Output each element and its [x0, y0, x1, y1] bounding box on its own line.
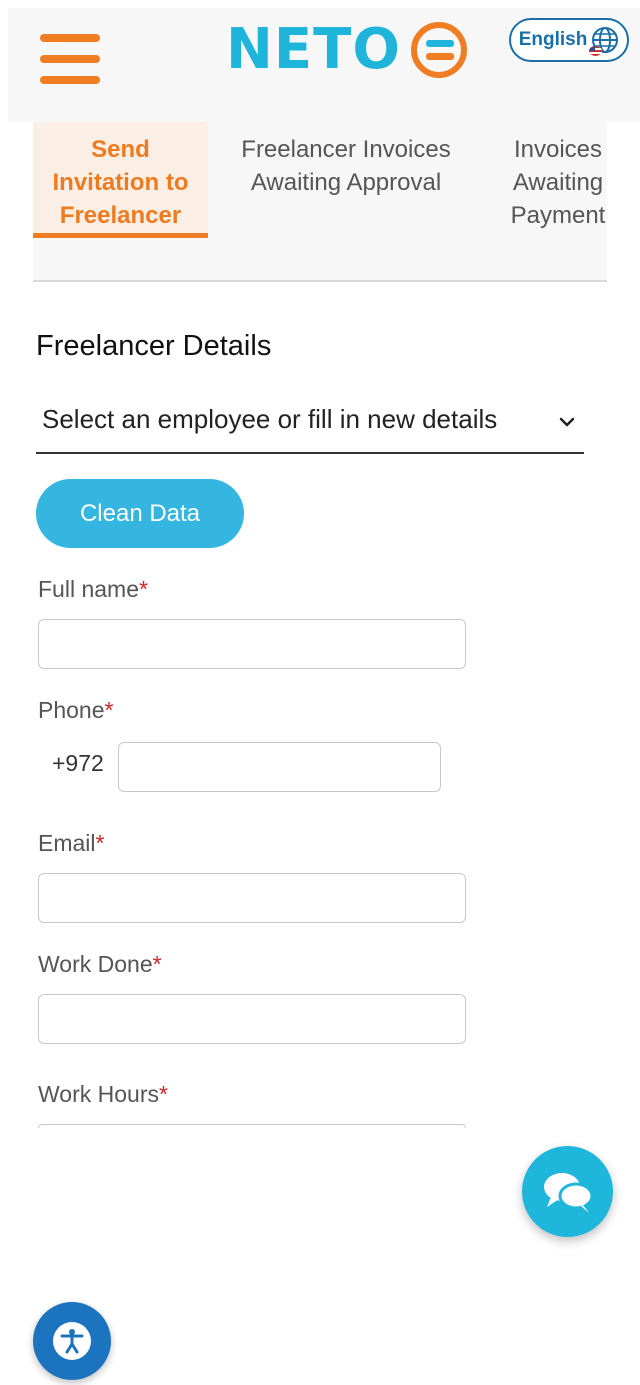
tab-invoices-awaiting-payment[interactable]: Invoices Awaiting Payment	[495, 122, 621, 232]
work-done-label: Work Done*	[38, 951, 162, 977]
tab-bar: Send Invitation to Freelancer Freelancer…	[33, 122, 607, 282]
email-label: Email*	[38, 830, 105, 856]
globe-icon	[589, 26, 619, 56]
logo-text: NETO	[226, 17, 401, 82]
chat-button[interactable]	[522, 1146, 613, 1237]
tab-invoices-awaiting-approval[interactable]: Freelancer Invoices Awaiting Approval	[223, 122, 469, 199]
hamburger-menu-icon[interactable]	[40, 34, 100, 86]
top-header: NETO English	[8, 8, 640, 122]
logo-mark-icon	[410, 22, 467, 78]
full-name-input[interactable]	[38, 619, 466, 669]
full-name-label: Full name*	[38, 576, 148, 602]
work-hours-label: Work Hours*	[38, 1081, 168, 1107]
phone-input[interactable]	[118, 742, 441, 792]
clean-data-button[interactable]: Clean Data	[36, 479, 244, 548]
chat-bubbles-icon	[543, 1172, 593, 1213]
accessibility-button[interactable]	[33, 1302, 111, 1380]
employee-select[interactable]: Select an employee or fill in new detail…	[36, 392, 584, 454]
accessibility-icon	[53, 1322, 91, 1360]
neto-logo[interactable]: NETO	[226, 20, 469, 80]
email-input[interactable]	[38, 873, 466, 923]
tab-send-invitation[interactable]: Send Invitation to Freelancer	[33, 122, 208, 238]
phone-label: Phone*	[38, 697, 114, 723]
chevron-down-icon	[559, 417, 575, 427]
phone-prefix: +972	[52, 750, 104, 776]
employee-select-value: Select an employee or fill in new detail…	[42, 404, 498, 434]
us-flag-icon	[589, 46, 603, 56]
language-button[interactable]: English	[509, 18, 629, 62]
language-label: English	[518, 29, 588, 50]
work-done-input[interactable]	[38, 994, 466, 1044]
work-hours-input[interactable]	[38, 1124, 466, 1128]
section-title: Freelancer Details	[36, 330, 272, 362]
